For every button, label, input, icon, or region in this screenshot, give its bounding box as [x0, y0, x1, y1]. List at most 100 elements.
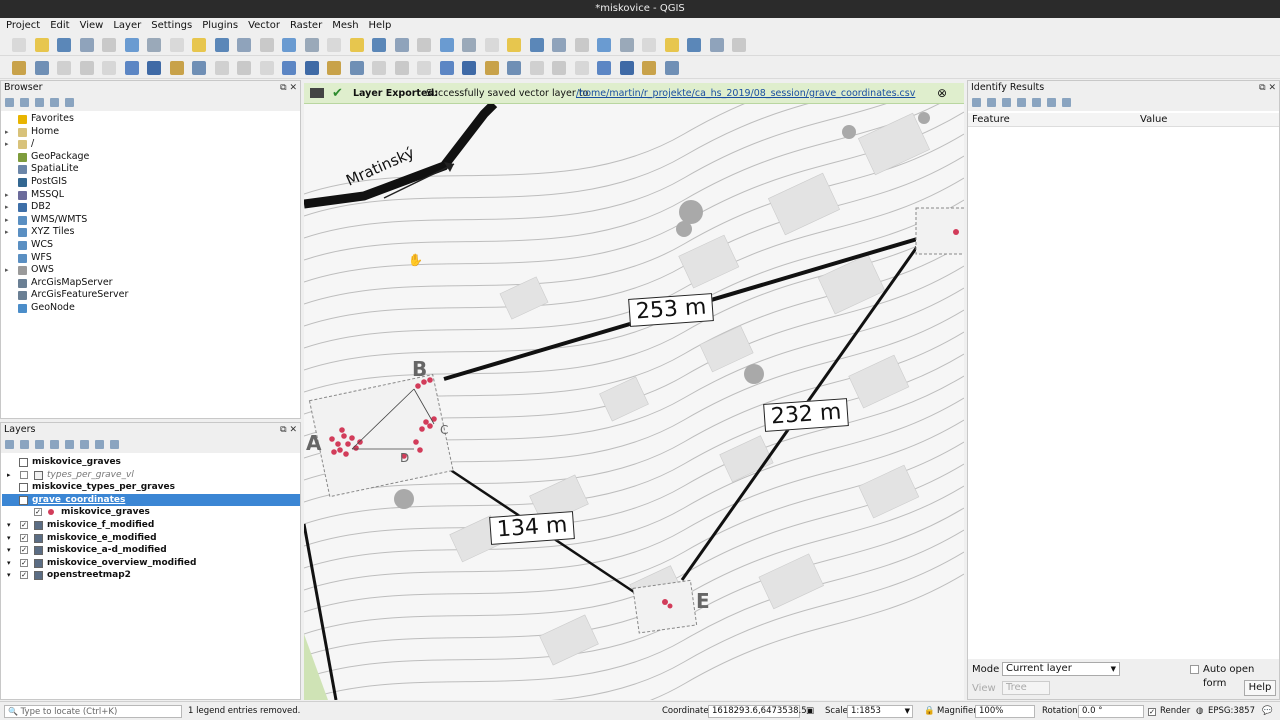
lock-icon[interactable]: 🔒 — [924, 705, 935, 718]
main-tool-icon[interactable] — [619, 38, 634, 52]
digitize-tool-icon[interactable] — [394, 61, 409, 75]
digitize-tool-icon[interactable] — [304, 61, 319, 75]
layer-item[interactable]: ✓ miskovice_graves — [2, 506, 300, 519]
expand-arrow-icon[interactable]: ▸ — [5, 126, 9, 139]
filter-icon[interactable] — [35, 98, 44, 107]
collapse-all-icon[interactable] — [50, 98, 59, 107]
main-tool-icon[interactable] — [507, 38, 521, 52]
message-link[interactable]: /home/martin/r_projekte/ca_hs_2019/08_se… — [576, 83, 915, 104]
digitize-tool-icon[interactable] — [237, 61, 251, 75]
main-tool-icon[interactable] — [417, 38, 431, 52]
layer-visibility-checkbox[interactable]: ✓ — [20, 521, 28, 529]
main-tool-icon[interactable] — [124, 38, 139, 52]
crs-button[interactable]: EPSG:3857 — [1208, 705, 1255, 718]
feature-column-header[interactable]: Feature — [972, 113, 1010, 127]
manage-map-themes-icon[interactable] — [35, 440, 44, 449]
locator-input[interactable]: 🔍 Type to locate (Ctrl+K) — [4, 705, 182, 718]
main-tool-icon[interactable] — [304, 38, 319, 52]
menu-mesh[interactable]: Mesh — [328, 18, 362, 34]
main-tool-icon[interactable] — [529, 38, 544, 52]
main-tool-icon[interactable] — [687, 38, 701, 52]
layer-item[interactable]: miskovice_graves — [2, 456, 300, 469]
settings-icon[interactable] — [1062, 98, 1071, 107]
layer-item[interactable]: ✓ ▾ miskovice_a-d_modified — [2, 544, 300, 557]
expand-arrow-icon[interactable]: ▸ — [5, 264, 9, 277]
expand-all-icon[interactable] — [80, 440, 89, 449]
coordinate-field[interactable]: 1618293.6,6473538.5 — [708, 705, 807, 718]
main-tool-icon[interactable] — [462, 38, 476, 52]
digitize-tool-icon[interactable] — [327, 61, 341, 75]
digitize-tool-icon[interactable] — [169, 61, 184, 75]
panel-close-icon[interactable]: ⧉ ✕ — [1259, 81, 1276, 95]
layer-visibility-checkbox[interactable]: ✓ — [20, 558, 28, 567]
main-tool-icon[interactable] — [102, 38, 116, 52]
layer-item[interactable]: grave_coordinates — [2, 493, 300, 507]
digitize-tool-icon[interactable] — [529, 61, 544, 75]
main-tool-icon[interactable] — [574, 38, 589, 52]
digitize-tool-icon[interactable] — [282, 61, 296, 75]
style-icon[interactable] — [5, 440, 14, 449]
main-tool-icon[interactable] — [597, 38, 611, 52]
expand-arrow-icon[interactable]: ▾ — [7, 532, 11, 545]
rotation-field[interactable]: 0.0 ° — [1078, 705, 1144, 718]
menu-raster[interactable]: Raster — [286, 18, 326, 34]
map-canvas[interactable]: Mratinský A B C D E ✋ 253 m 232 m 134 m — [304, 104, 964, 700]
expand-arrow-icon[interactable]: ▾ — [7, 519, 11, 532]
copy-feature-icon[interactable] — [1032, 98, 1041, 107]
layer-item[interactable]: ✓ ▾ openstreetmap2 — [2, 569, 300, 582]
menu-vector[interactable]: Vector — [244, 18, 284, 34]
main-tool-icon[interactable] — [349, 38, 364, 52]
menu-plugins[interactable]: Plugins — [198, 18, 242, 34]
main-tool-icon[interactable] — [192, 38, 206, 52]
print-icon[interactable] — [1047, 98, 1056, 107]
main-tool-icon[interactable] — [12, 38, 26, 52]
digitize-tool-icon[interactable] — [34, 61, 49, 75]
main-tool-icon[interactable] — [664, 38, 679, 52]
collapse-all-icon[interactable] — [95, 440, 104, 449]
properties-icon[interactable] — [65, 98, 74, 107]
map-svg[interactable]: Mratinský A B C D E ✋ — [304, 104, 964, 700]
main-tool-icon[interactable] — [439, 38, 454, 52]
expand-arrow-icon[interactable]: ▸ — [5, 226, 9, 239]
filter-legend-icon[interactable] — [50, 440, 59, 449]
main-tool-icon[interactable] — [34, 38, 49, 52]
expand-arrow-icon[interactable]: ▸ — [5, 201, 9, 214]
add-group-icon[interactable] — [20, 440, 29, 449]
main-tool-icon[interactable] — [79, 38, 94, 52]
auto-open-checkbox[interactable] — [1190, 665, 1199, 674]
menu-view[interactable]: View — [76, 18, 108, 34]
digitize-tool-icon[interactable] — [214, 61, 229, 75]
expand-tree-icon[interactable] — [972, 98, 981, 107]
expand-arrow-icon[interactable]: ▾ — [7, 569, 11, 582]
digitize-tool-icon[interactable] — [642, 61, 656, 75]
main-tool-icon[interactable] — [327, 38, 341, 52]
digitize-tool-icon[interactable] — [664, 61, 679, 75]
digitize-tool-icon[interactable] — [102, 61, 116, 75]
menu-layer[interactable]: Layer — [109, 18, 145, 34]
clear-results-icon[interactable] — [1017, 98, 1026, 107]
filter-expression-icon[interactable] — [65, 440, 74, 449]
digitize-tool-icon[interactable] — [619, 61, 634, 75]
layer-visibility-checkbox[interactable]: ✓ — [20, 571, 28, 580]
digitize-tool-icon[interactable] — [417, 61, 431, 75]
value-column-header[interactable]: Value — [1140, 113, 1167, 127]
expand-arrow-icon[interactable]: ▾ — [7, 557, 11, 570]
menu-project[interactable]: Project — [2, 18, 44, 34]
add-selected-icon[interactable] — [5, 98, 14, 107]
magnifier-field[interactable]: 100% — [975, 705, 1035, 718]
main-tool-icon[interactable] — [484, 38, 499, 52]
main-tool-icon[interactable] — [394, 38, 409, 52]
main-tool-icon[interactable] — [372, 38, 386, 52]
menu-help[interactable]: Help — [365, 18, 396, 34]
layer-visibility-checkbox[interactable]: ✓ — [34, 508, 42, 517]
crs-extents-icon[interactable]: ▣ — [806, 705, 814, 718]
digitize-tool-icon[interactable] — [372, 61, 386, 75]
digitize-tool-icon[interactable] — [57, 61, 71, 75]
expand-arrow-icon[interactable]: ▸ — [5, 189, 9, 202]
expand-arrow-icon[interactable]: ▸ — [7, 469, 11, 482]
main-tool-icon[interactable] — [147, 38, 161, 52]
digitize-tool-icon[interactable] — [124, 61, 139, 75]
menu-edit[interactable]: Edit — [46, 18, 73, 34]
mode-select[interactable]: Current layer ▼ — [1002, 662, 1120, 676]
digitize-tool-icon[interactable] — [259, 61, 274, 75]
